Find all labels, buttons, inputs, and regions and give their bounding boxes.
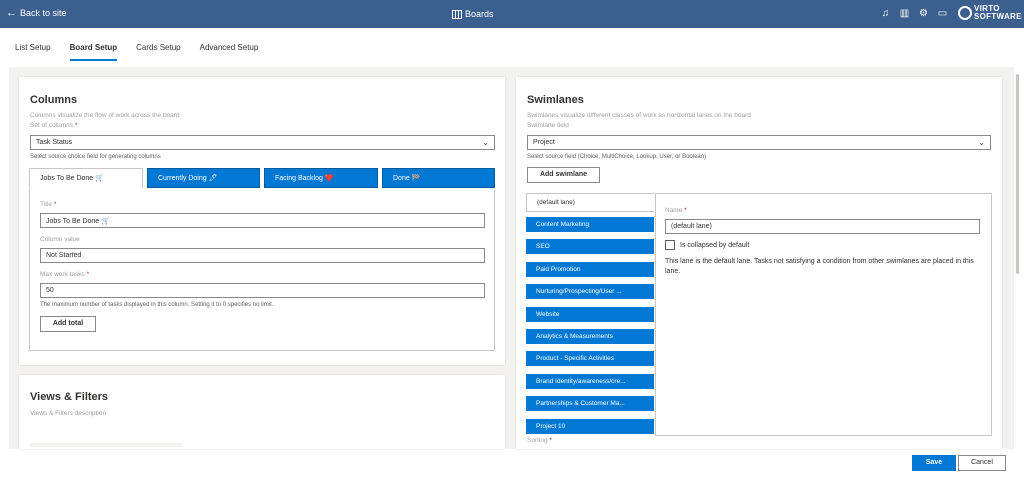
columns-heading: Columns [30,94,78,106]
swimlane-field-hint: Select source field (Choice, MultiChoice… [527,154,707,160]
tab-column-facing-backlog[interactable]: Facing Backlog ❤️ [264,168,378,188]
tab-board-setup[interactable]: Board Setup [69,43,118,61]
default-lane-note: This lane is the default lane. Tasks not… [665,258,974,275]
chevron-down-icon: ⌄ [482,138,489,147]
required-mark: * [549,437,552,444]
set-of-columns-label: Set of columns * [30,122,77,129]
set-of-columns-value: Task Status [36,139,73,146]
max-work-tasks-input[interactable]: 50 [40,283,485,298]
lane-name-input[interactable]: (default lane) [665,219,980,234]
sorting-label: Sorting * [527,437,552,444]
title-label-text: Title [40,201,53,208]
tab-advanced-setup[interactable]: Advanced Setup [200,43,259,61]
collapsed-checkbox[interactable] [665,240,675,250]
swimlane-field-label: Swimlane field [527,122,569,129]
gear-icon[interactable]: ⚙ [918,8,929,19]
feedback-icon[interactable]: ▭ [937,8,948,19]
tab-column-jobs-to-be-done[interactable]: Jobs To Be Done 🛒 [29,168,143,188]
lane-name-label-text: Name [665,207,683,214]
lane-item[interactable]: Product - Specific Activities [526,351,654,366]
swimlane-field-value: Project [533,139,555,146]
cancel-button[interactable]: Cancel [958,455,1006,471]
required-mark: * [74,122,78,129]
back-to-site-link[interactable]: ← Back to site [6,7,67,19]
views-filters-heading: Views & Filters [30,391,109,403]
scrollbar-thumb[interactable] [1016,74,1019,274]
tab-cards-setup[interactable]: Cards Setup [136,43,180,61]
sorting-label-text: Sorting [527,437,548,444]
required-mark: * [53,201,57,208]
app-title: Boards [452,9,494,19]
tab-list-setup[interactable]: List Setup [15,43,51,61]
lane-item[interactable]: Website [526,307,654,322]
add-total-button[interactable]: Add total [40,316,96,332]
views-filters-description: Views & Filters description [30,410,107,417]
column-value-label: Column value [40,236,80,243]
top-bar: ← Back to site Boards ♫ ▥ ⚙ ▭ VIRTO SOFT… [0,0,1024,28]
tab-column-done[interactable]: Done 🏁 [382,168,495,188]
save-button[interactable]: Save [912,455,956,471]
divider [30,443,182,447]
title-label: Title * [40,201,56,208]
swimlanes-heading: Swimlanes [527,94,584,106]
setup-tabs: List Setup Board Setup Cards Setup Advan… [15,43,277,61]
lane-name-label: Name * [665,207,687,214]
arrow-left-icon: ← [6,7,17,19]
tab-column-currently-doing[interactable]: Currently Doing 🖊 [147,168,260,188]
set-of-columns-label-text: Set of columns [30,122,73,129]
board-icon [452,9,462,19]
required-mark: * [86,271,90,278]
app-title-text: Boards [465,9,494,19]
back-label: Back to site [20,8,67,18]
lane-item-default[interactable]: (default lane) [526,193,654,212]
column-value-input[interactable]: Not Started [40,248,485,263]
lane-item[interactable]: Paid Promotion [526,262,654,277]
lane-item[interactable]: SEO [526,239,654,254]
swimlane-list: (default lane) Content Marketing SEO Pai… [526,193,656,436]
chevron-down-icon: ⌄ [978,138,985,147]
set-of-columns-select[interactable]: Task Status ⌄ [30,135,495,150]
swimlanes-description: Swimlanes visualize different classes of… [527,112,751,119]
lane-item[interactable]: Project 10 [526,419,654,434]
collapsed-label: Is collapsed by default [680,242,750,249]
set-of-columns-hint: Select source choice field for generatin… [30,154,161,160]
bell-icon[interactable]: ♫ [880,8,891,19]
lane-item[interactable]: Analytics & Measurements [526,329,654,344]
logo-line2: SOFTWARE [974,12,1022,21]
swimlane-field-select[interactable]: Project ⌄ [527,135,991,150]
lane-item[interactable]: Brand Identity/awareness/cre... [526,374,654,389]
logo-mark-icon [958,6,972,20]
lane-item[interactable]: Content Marketing [526,217,654,232]
columns-description: Columns visualize the flow of work acros… [30,112,180,119]
required-mark: * [684,207,687,214]
book-icon[interactable]: ▥ [899,8,910,19]
virto-logo: VIRTO SOFTWARE [958,5,1022,21]
add-swimlane-button[interactable]: Add swimlane [527,167,600,183]
lane-item[interactable]: Nurturing/Prospecting/User ... [526,284,654,299]
max-work-tasks-label-text: Max work tasks [40,271,85,278]
lane-item[interactable]: Partnerships & Customer Ma... [526,396,654,411]
max-work-tasks-label: Max work tasks * [40,271,89,278]
max-work-tasks-hint: The maximum number of tasks displayed in… [40,302,274,308]
title-input[interactable]: Jobs To Be Done 🛒 [40,213,485,228]
